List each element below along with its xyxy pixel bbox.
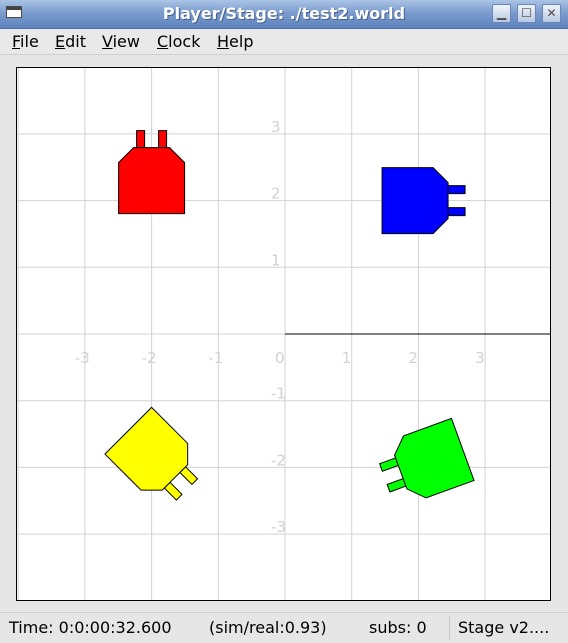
- menu-view[interactable]: View: [102, 32, 140, 51]
- sim-time: Time: 0:0:00:32.600: [9, 618, 172, 637]
- menu-clock[interactable]: Clock: [157, 32, 200, 51]
- y-tick-label: 3: [271, 118, 281, 136]
- menu-file-label: ile: [20, 32, 39, 51]
- maximize-button[interactable]: ☐: [517, 4, 536, 23]
- title-bar[interactable]: Player/Stage: ./test2.world ▁ ☐ ✕: [0, 0, 568, 29]
- robot-gripper-paddle: [447, 185, 466, 195]
- robot-gripper-paddle: [386, 477, 407, 493]
- x-tick-label: 3: [475, 349, 485, 367]
- y-tick-label: -3: [271, 518, 286, 536]
- robot-body: [118, 147, 186, 215]
- robot-body: [381, 167, 449, 235]
- robot-yellow[interactable]: [104, 406, 210, 512]
- status-bar: Time: 0:0:00:32.600 (sim/real:0.93) subs…: [0, 612, 568, 643]
- close-button[interactable]: ✕: [542, 4, 561, 23]
- minimize-button[interactable]: ▁: [492, 4, 511, 23]
- menu-clock-label: lock: [168, 32, 201, 51]
- menu-clock-accel: C: [157, 32, 169, 51]
- menu-edit-label: dit: [65, 32, 86, 51]
- y-tick-label: -1: [271, 385, 286, 403]
- x-tick-label: 0: [275, 349, 285, 367]
- world-canvas[interactable]: -3 -2 -1 0 1 2 3 3 2 1 -1 -2 -3: [16, 67, 551, 601]
- menu-help-accel: H: [217, 32, 230, 51]
- robot-gripper-paddle: [136, 130, 146, 149]
- subscription-count: subs: 0: [369, 618, 427, 637]
- x-tick-label: 1: [342, 349, 352, 367]
- x-tick-label: -2: [142, 349, 157, 367]
- menu-help-label: elp: [229, 32, 254, 51]
- y-tick-label: 2: [271, 185, 281, 203]
- menu-view-accel: V: [102, 32, 113, 51]
- menu-file[interactable]: File: [12, 32, 39, 51]
- menu-edit[interactable]: Edit: [55, 32, 86, 51]
- y-tick-label: -2: [271, 451, 286, 469]
- robot-gripper-paddle: [158, 130, 168, 149]
- menu-view-label: iew: [112, 32, 140, 51]
- stage-window: Player/Stage: ./test2.world ▁ ☐ ✕ File E…: [0, 0, 568, 643]
- menu-help[interactable]: Help: [217, 32, 253, 51]
- menu-bar: File Edit View Clock Help: [0, 29, 568, 55]
- menu-edit-accel: E: [55, 32, 66, 51]
- menu-file-accel: F: [12, 32, 21, 51]
- sim-real-ratio: (sim/real:0.93): [209, 618, 327, 637]
- robot-body: [104, 406, 189, 491]
- x-tick-label: 2: [408, 349, 418, 367]
- world-view[interactable]: -3 -2 -1 0 1 2 3 3 2 1 -1 -2 -3: [17, 68, 550, 600]
- status-divider: [449, 616, 450, 640]
- stage-version: Stage v2....: [458, 618, 550, 637]
- x-tick-label: -1: [208, 349, 223, 367]
- y-tick-label: 1: [271, 251, 281, 269]
- robot-gripper-paddle: [447, 207, 466, 217]
- robot-green[interactable]: [373, 417, 475, 508]
- robot-body: [394, 417, 475, 499]
- x-tick-label: -3: [75, 349, 90, 367]
- robot-gripper-paddle: [378, 457, 399, 472]
- window-title: Player/Stage: ./test2.world: [162, 4, 406, 23]
